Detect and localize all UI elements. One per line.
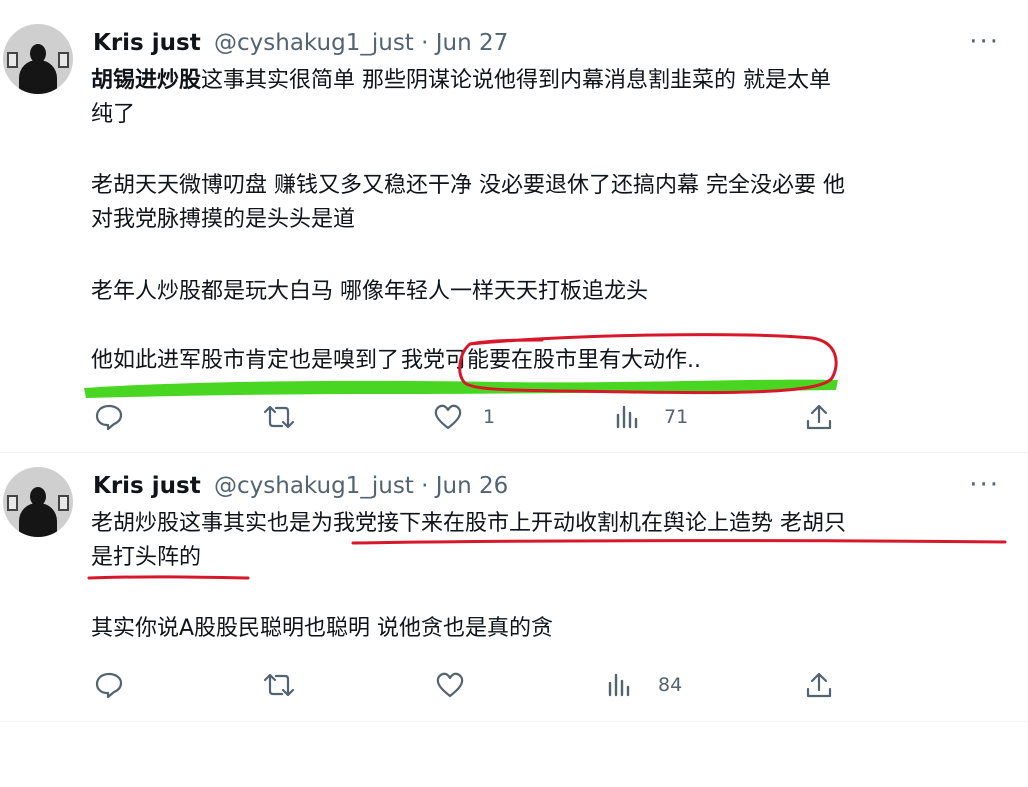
tweet-text: 老胡天天微博叨盘 赚钱又多又稳还干净 没必要退休了还搞内幕 完全没必要 他: [91, 173, 845, 198]
share-button[interactable]: [805, 401, 833, 433]
views-button[interactable]: 84: [606, 669, 682, 701]
tweet-card[interactable]: Kris just @cyshakug1_just · Jun 27 ··· 胡…: [0, 0, 1028, 452]
author-handle[interactable]: @cyshakug1_just: [214, 30, 414, 56]
tweet-header: Kris just @cyshakug1_just · Jun 26: [93, 471, 508, 501]
tweet-text: 对我党脉搏摸的是头头是道: [91, 207, 356, 232]
tweet-card[interactable]: Kris just @cyshakug1_just · Jun 26 ··· 老…: [0, 452, 1028, 722]
tweet-paragraph: 他如此进军股市肯定也是嗅到了我党可能要在股市里有大动作..: [91, 344, 1001, 378]
author-name[interactable]: Kris just: [93, 30, 201, 56]
author-handle[interactable]: @cyshakug1_just: [214, 473, 414, 499]
retweet-button[interactable]: [262, 401, 310, 433]
tweet-paragraph: 老胡炒股这事其实也是为我党接下来在股市上开动收割机在舆论上造势 老胡只 是打头阵…: [91, 507, 1001, 575]
reply-button[interactable]: [94, 401, 138, 433]
header-separator: ·: [413, 30, 436, 56]
more-options-icon[interactable]: ···: [969, 29, 1000, 55]
avatar-body: [19, 60, 57, 94]
like-button[interactable]: 1: [433, 401, 495, 433]
like-count: 1: [483, 406, 496, 428]
retweet-arrows-icon: [262, 671, 296, 699]
bar-chart-icon: [606, 671, 634, 699]
tweet-actions: 84: [0, 669, 1028, 701]
share-button[interactable]: [805, 669, 833, 701]
tweet-paragraph: 胡锡进炒股这事其实很简单 那些阴谋论说他得到内幕消息割韭菜的 就是太单 纯了: [91, 64, 1001, 132]
tweet-paragraph: 老年人炒股都是玩大白马 哪像年轻人一样天天打板追龙头: [91, 275, 1001, 309]
reply-button[interactable]: [94, 669, 138, 701]
views-count: 71: [664, 406, 689, 428]
tweet-text-underlined: 为我党接下来在股市上开动收割机在舆论上造势 老胡只: [311, 511, 847, 536]
tweet-text: 老胡炒股这事其实也是: [91, 511, 312, 536]
reply-bubble-icon: [94, 671, 124, 699]
retweet-arrows-icon: [262, 403, 296, 431]
bar-chart-icon: [614, 403, 642, 431]
views-count: 84: [658, 674, 683, 696]
tweet-header: Kris just @cyshakug1_just · Jun 27: [93, 28, 508, 58]
tweet-actions: 1 71: [0, 401, 1028, 433]
tweet-text: 这事其实很简单 那些阴谋论说他得到内幕消息割韭菜的 就是太单: [201, 68, 832, 93]
tweet-text: 他如此进军股市肯定也是嗅到了: [91, 348, 400, 373]
avatar-frame-left: [7, 495, 18, 511]
views-button[interactable]: 71: [614, 401, 688, 433]
reply-bubble-icon: [94, 403, 124, 431]
tweet-paragraph: 老胡天天微博叨盘 赚钱又多又稳还干净 没必要退休了还搞内幕 完全没必要 他 对我…: [91, 169, 1001, 237]
avatar[interactable]: [3, 467, 73, 537]
heart-icon: [433, 403, 463, 431]
heart-icon: [435, 671, 465, 699]
tweet-text: 老年人炒股都是玩大白马 哪像年轻人一样天天打板追龙头: [91, 279, 648, 304]
share-upload-icon: [805, 671, 833, 699]
author-name[interactable]: Kris just: [93, 473, 201, 499]
tweet-text: 纯了: [91, 102, 136, 127]
tweet-date[interactable]: Jun 27: [436, 30, 509, 56]
avatar-frame-right: [58, 495, 69, 511]
avatar[interactable]: [3, 24, 73, 94]
tweet-text: 其实你说A股股民聪明也聪明 说他贪也是真的贪: [91, 616, 554, 641]
avatar-frame-left: [7, 52, 18, 68]
retweet-button[interactable]: [262, 669, 310, 701]
tweet-paragraph: 其实你说A股股民聪明也聪明 说他贪也是真的贪: [91, 612, 1001, 646]
avatar-body: [19, 503, 57, 537]
tweet-date[interactable]: Jun 26: [436, 473, 509, 499]
tweet-text-circled: 我党可能要在股市里有大动作..: [401, 348, 702, 373]
header-separator: ·: [413, 473, 436, 499]
like-button[interactable]: [435, 669, 479, 701]
tweet-text-underlined: 是打头阵的: [91, 545, 202, 570]
share-upload-icon: [805, 403, 833, 431]
hashtag-link[interactable]: 胡锡进炒股: [91, 68, 201, 93]
more-options-icon[interactable]: ···: [969, 472, 1000, 498]
avatar-frame-right: [58, 52, 69, 68]
